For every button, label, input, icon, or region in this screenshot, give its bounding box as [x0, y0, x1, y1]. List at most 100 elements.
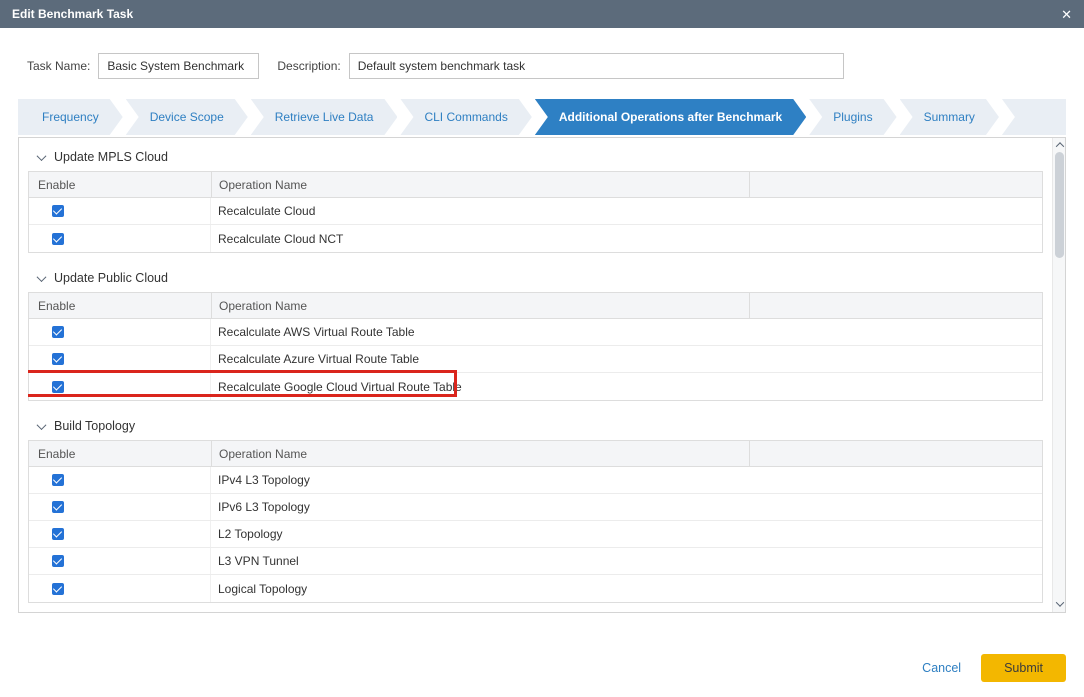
operation-name: L2 Topology — [211, 527, 749, 541]
operations-table: Enable Operation Name IPv4 L3 Topology I… — [28, 440, 1043, 603]
scrollbar-thumb[interactable] — [1055, 152, 1064, 258]
sections: Update MPLS Cloud Enable Operation Name … — [28, 142, 1043, 612]
table-header: Enable Operation Name — [29, 172, 1042, 198]
enable-checkbox[interactable] — [52, 353, 64, 365]
table-row: Recalculate Google Cloud Virtual Route T… — [29, 373, 1042, 400]
enable-cell — [29, 494, 211, 520]
enable-checkbox[interactable] — [52, 205, 64, 217]
table-row: L3 VPN Tunnel — [29, 548, 1042, 575]
column-header-operation-name: Operation Name — [211, 441, 749, 466]
tab-label: Device Scope — [150, 110, 224, 124]
task-name-input[interactable] — [98, 53, 259, 79]
enable-cell — [29, 319, 211, 345]
column-header-operation-name: Operation Name — [211, 293, 749, 318]
table-body: Recalculate AWS Virtual Route Table Reca… — [29, 319, 1042, 400]
task-name-label: Task Name: — [27, 59, 90, 73]
tab-label: Plugins — [833, 110, 872, 124]
enable-checkbox[interactable] — [52, 555, 64, 567]
tab-plugins[interactable]: Plugins — [809, 99, 896, 135]
section-update-public-cloud: Update Public Cloud Enable Operation Nam… — [28, 271, 1043, 401]
table-row: IPv6 L3 Topology — [29, 494, 1042, 521]
submit-button[interactable]: Submit — [981, 654, 1066, 682]
operation-name: IPv6 L3 Topology — [211, 500, 749, 514]
column-header-extra — [749, 441, 1042, 466]
enable-cell — [29, 521, 211, 547]
enable-cell — [29, 373, 211, 400]
tab-bar-filler — [1002, 99, 1066, 135]
operation-name: Recalculate Google Cloud Virtual Route T… — [211, 380, 749, 394]
operations-table: Enable Operation Name Recalculate AWS Vi… — [28, 292, 1043, 401]
column-header-extra — [749, 172, 1042, 197]
enable-cell — [29, 575, 211, 602]
chevron-down-icon — [37, 151, 47, 161]
task-form-row: Task Name: Description: — [27, 53, 1066, 79]
operation-name: Recalculate Cloud NCT — [211, 232, 749, 246]
table-row: Recalculate Azure Virtual Route Table — [29, 346, 1042, 373]
table-header: Enable Operation Name — [29, 293, 1042, 319]
chevron-down-icon — [37, 272, 47, 282]
enable-cell — [29, 225, 211, 252]
enable-checkbox[interactable] — [52, 381, 64, 393]
scroll-down-icon[interactable] — [1053, 598, 1066, 610]
operation-name: Recalculate AWS Virtual Route Table — [211, 325, 749, 339]
enable-checkbox[interactable] — [52, 474, 64, 486]
section-header[interactable]: Update Public Cloud — [38, 271, 1043, 285]
column-header-extra — [749, 293, 1042, 318]
tab-summary[interactable]: Summary — [900, 99, 999, 135]
operation-name: Recalculate Cloud — [211, 204, 749, 218]
enable-checkbox[interactable] — [52, 583, 64, 595]
dialog-footer: Cancel Submit — [0, 654, 1066, 682]
table-row: IPv4 L3 Topology — [29, 467, 1042, 494]
column-header-enable: Enable — [29, 178, 211, 192]
section-update-mpls-cloud: Update MPLS Cloud Enable Operation Name … — [28, 150, 1043, 253]
enable-cell — [29, 548, 211, 574]
dialog-titlebar: Edit Benchmark Task ✕ — [0, 0, 1084, 28]
table-row: L2 Topology — [29, 521, 1042, 548]
column-header-enable: Enable — [29, 299, 211, 313]
cancel-button[interactable]: Cancel — [922, 661, 961, 675]
enable-checkbox[interactable] — [52, 326, 64, 338]
table-row: Recalculate Cloud — [29, 198, 1042, 225]
tab-additional-operations-after-benchmark[interactable]: Additional Operations after Benchmark — [535, 99, 806, 135]
description-label: Description: — [277, 59, 340, 73]
scroll-up-icon[interactable] — [1053, 139, 1066, 151]
chevron-down-icon — [37, 420, 47, 430]
enable-checkbox[interactable] — [52, 528, 64, 540]
close-icon[interactable]: ✕ — [1061, 8, 1072, 21]
tab-cli-commands[interactable]: CLI Commands — [400, 99, 531, 135]
enable-checkbox[interactable] — [52, 501, 64, 513]
operation-name: L3 VPN Tunnel — [211, 554, 749, 568]
table-body: IPv4 L3 Topology IPv6 L3 Topology L2 Top… — [29, 467, 1042, 602]
section-title: Update MPLS Cloud — [54, 150, 168, 164]
section-title: Build Topology — [54, 419, 135, 433]
tab-bar: Frequency Device Scope Retrieve Live Dat… — [18, 99, 1066, 135]
tab-label: Additional Operations after Benchmark — [559, 110, 782, 124]
enable-cell — [29, 198, 211, 224]
table-row: Recalculate AWS Virtual Route Table — [29, 319, 1042, 346]
section-header[interactable]: Update MPLS Cloud — [38, 150, 1043, 164]
column-header-enable: Enable — [29, 447, 211, 461]
tab-label: CLI Commands — [424, 110, 507, 124]
tab-label: Frequency — [42, 110, 99, 124]
enable-cell — [29, 467, 211, 493]
enable-cell — [29, 346, 211, 372]
enable-checkbox[interactable] — [52, 233, 64, 245]
table-row: Logical Topology — [29, 575, 1042, 602]
tab-retrieve-live-data[interactable]: Retrieve Live Data — [251, 99, 398, 135]
operation-name: Recalculate Azure Virtual Route Table — [211, 352, 749, 366]
tab-frequency[interactable]: Frequency — [18, 99, 123, 135]
section-build-topology: Build Topology Enable Operation Name IPv… — [28, 419, 1043, 603]
column-header-operation-name: Operation Name — [211, 172, 749, 197]
scrollbar[interactable] — [1052, 138, 1065, 612]
tab-label: Retrieve Live Data — [275, 110, 374, 124]
operations-panel: Update MPLS Cloud Enable Operation Name … — [18, 137, 1066, 613]
operation-name: IPv4 L3 Topology — [211, 473, 749, 487]
table-row: Recalculate Cloud NCT — [29, 225, 1042, 252]
operation-name: Logical Topology — [211, 582, 749, 596]
tab-device-scope[interactable]: Device Scope — [126, 99, 248, 135]
tab-label: Summary — [924, 110, 975, 124]
dialog-title: Edit Benchmark Task — [12, 7, 133, 21]
description-input[interactable] — [349, 53, 844, 79]
table-header: Enable Operation Name — [29, 441, 1042, 467]
section-header[interactable]: Build Topology — [38, 419, 1043, 433]
